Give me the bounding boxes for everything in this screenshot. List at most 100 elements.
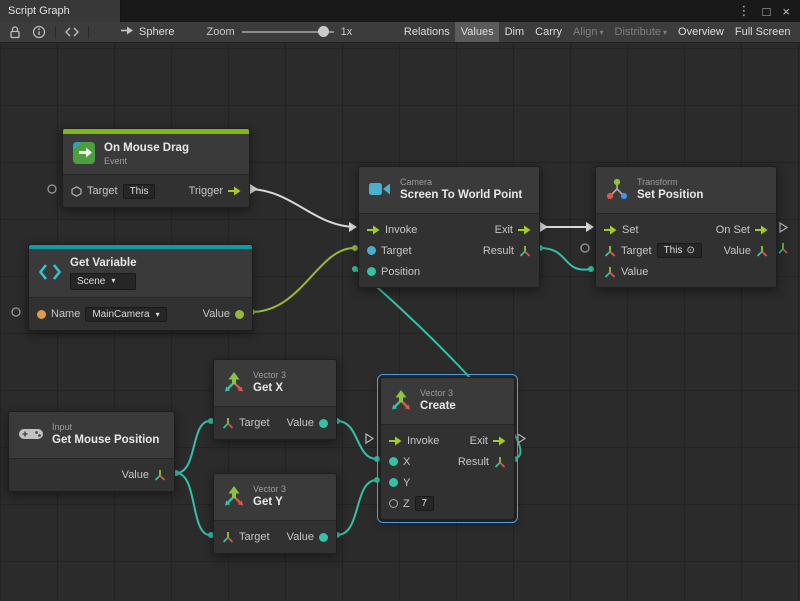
graph-canvas[interactable]: On Mouse Drag Event Target This Trigger bbox=[0, 43, 800, 601]
socket-create-invoke[interactable] bbox=[366, 434, 373, 443]
string-port-icon[interactable] bbox=[37, 310, 46, 319]
port-label-on-set: On Set bbox=[716, 224, 750, 236]
vector3-port-icon[interactable] bbox=[519, 245, 531, 257]
port-label-result: Result bbox=[458, 456, 489, 468]
zoom-slider[interactable] bbox=[242, 22, 334, 42]
value-out-port-icon[interactable] bbox=[235, 310, 244, 319]
port-label-value: Value bbox=[203, 308, 230, 320]
fullscreen-button[interactable]: Full Screen bbox=[729, 22, 796, 42]
vector3-port-icon[interactable] bbox=[756, 245, 768, 257]
gamepad-icon bbox=[18, 425, 44, 446]
node-title: Screen To World Point bbox=[400, 188, 522, 203]
vector3-port-icon[interactable] bbox=[604, 245, 616, 257]
tab-title: Script Graph bbox=[8, 5, 70, 17]
wire-trigger-to-invoke[interactable] bbox=[248, 189, 356, 227]
close-icon[interactable]: × bbox=[782, 4, 790, 19]
wire-mouse-to-getx[interactable] bbox=[176, 421, 210, 473]
values-button[interactable]: Values bbox=[455, 22, 499, 42]
flow-out-port-icon[interactable] bbox=[228, 186, 241, 196]
socket-mousedrag-target[interactable] bbox=[48, 185, 56, 193]
socket-setposition-target[interactable] bbox=[581, 244, 589, 252]
vector3-port-icon[interactable] bbox=[604, 266, 616, 278]
toolbar-separator bbox=[55, 26, 56, 39]
node-category: Vector 3 bbox=[420, 388, 456, 400]
zoom-value: 1x bbox=[341, 26, 353, 38]
port-label-y: Y bbox=[403, 477, 410, 489]
inspector-icon[interactable] bbox=[28, 22, 50, 42]
port-label-value: Value bbox=[287, 531, 314, 543]
target-this-chip[interactable]: This bbox=[123, 184, 156, 199]
node-vector3-create[interactable]: Vector 3 Create Invoke Exit X bbox=[380, 377, 515, 520]
target-port-icon[interactable] bbox=[367, 246, 376, 255]
variable-scope-dropdown[interactable]: Scene ▾ bbox=[70, 273, 136, 290]
port-label-exit: Exit bbox=[470, 435, 488, 447]
chevron-down-icon: ▾ bbox=[663, 28, 667, 37]
flow-out-port-icon[interactable] bbox=[518, 225, 531, 235]
event-icon bbox=[72, 141, 96, 168]
carry-button[interactable]: Carry bbox=[530, 22, 568, 42]
wire-mouse-to-gety[interactable] bbox=[176, 473, 210, 535]
vector3-port-icon[interactable] bbox=[494, 456, 506, 468]
node-screen-to-world-point[interactable]: Camera Screen To World Point Invoke Exit… bbox=[358, 166, 540, 288]
menu-icon[interactable]: ⋮ bbox=[738, 3, 751, 19]
flow-in-port-icon[interactable] bbox=[367, 225, 380, 235]
node-category: Camera bbox=[400, 177, 522, 189]
node-category: Transform bbox=[637, 177, 703, 189]
value-out-port-icon[interactable] bbox=[319, 533, 328, 542]
node-get-mouse-position[interactable]: Input Get Mouse Position Value bbox=[8, 411, 175, 492]
socket-setposition-value-out[interactable] bbox=[779, 243, 787, 253]
port-label-result: Result bbox=[483, 245, 514, 257]
node-title: Get Y bbox=[253, 495, 286, 510]
wire-variable-to-target[interactable] bbox=[251, 248, 354, 312]
dim-button[interactable]: Dim bbox=[499, 22, 530, 42]
graph-owner-breadcrumb[interactable]: Sphere bbox=[120, 25, 174, 39]
socket-setposition-onset[interactable] bbox=[780, 223, 787, 232]
overview-button[interactable]: Overview bbox=[673, 22, 730, 42]
vector3-port-icon[interactable] bbox=[222, 417, 234, 429]
port-label-invoke: Invoke bbox=[407, 435, 439, 447]
port-label-target: Target bbox=[87, 185, 118, 197]
tab-script-graph[interactable]: Script Graph bbox=[0, 0, 121, 22]
node-vector3-get-y[interactable]: Vector 3 Get Y Target Value bbox=[213, 473, 337, 554]
z-value-input[interactable] bbox=[415, 496, 434, 511]
distribute-button[interactable]: Distribute▾ bbox=[609, 22, 672, 42]
vector3-port-icon[interactable] bbox=[222, 531, 234, 543]
zoom-slider-handle[interactable] bbox=[318, 26, 329, 37]
node-title: Get Variable bbox=[70, 256, 136, 271]
chevron-down-icon: ▾ bbox=[600, 28, 604, 37]
position-port-icon[interactable] bbox=[367, 267, 376, 276]
flow-out-port-icon[interactable] bbox=[493, 436, 506, 446]
flow-in-port-icon[interactable] bbox=[389, 436, 402, 446]
node-vector3-get-x[interactable]: Vector 3 Get X Target Value bbox=[213, 359, 337, 440]
port-label-invoke: Invoke bbox=[385, 224, 417, 236]
node-set-position[interactable]: Transform Set Position Set On Set Target bbox=[595, 166, 777, 288]
align-button[interactable]: Align▾ bbox=[568, 22, 609, 42]
flow-in-port-icon[interactable] bbox=[604, 225, 617, 235]
code-icon[interactable] bbox=[61, 22, 83, 42]
node-get-variable[interactable]: Get Variable Scene ▾ Name MainCamera ▾ bbox=[28, 244, 253, 331]
port-label-trigger: Trigger bbox=[189, 185, 223, 197]
socket-getvariable-name[interactable] bbox=[12, 308, 20, 316]
node-title: On Mouse Drag bbox=[104, 141, 189, 156]
port-label-target: Target bbox=[239, 417, 270, 429]
value-out-port-icon[interactable] bbox=[319, 419, 328, 428]
relations-button[interactable]: Relations bbox=[398, 22, 455, 42]
socket-create-exit[interactable] bbox=[518, 434, 525, 443]
chevron-down-icon: ▾ bbox=[111, 276, 115, 286]
node-subtitle: Event bbox=[104, 156, 189, 168]
vector3-port-icon[interactable] bbox=[154, 469, 166, 481]
lock-icon[interactable] bbox=[4, 22, 26, 42]
target-this-chip[interactable]: This ⊙ bbox=[657, 243, 702, 258]
flow-out-port-icon[interactable] bbox=[755, 225, 768, 235]
variable-name-dropdown[interactable]: MainCamera ▾ bbox=[85, 307, 166, 322]
gameobject-port-icon[interactable] bbox=[71, 186, 82, 197]
toolbar-separator bbox=[88, 26, 89, 39]
maximize-icon[interactable]: □ bbox=[763, 4, 771, 19]
window-controls: ⋮ □ × bbox=[738, 0, 800, 22]
node-on-mouse-drag[interactable]: On Mouse Drag Event Target This Trigger bbox=[62, 128, 250, 208]
z-port-icon[interactable] bbox=[389, 499, 398, 508]
wire-gety-to-y[interactable] bbox=[337, 480, 377, 535]
y-port-icon[interactable] bbox=[389, 478, 398, 487]
node-category: Input bbox=[52, 422, 159, 434]
x-port-icon[interactable] bbox=[389, 457, 398, 466]
